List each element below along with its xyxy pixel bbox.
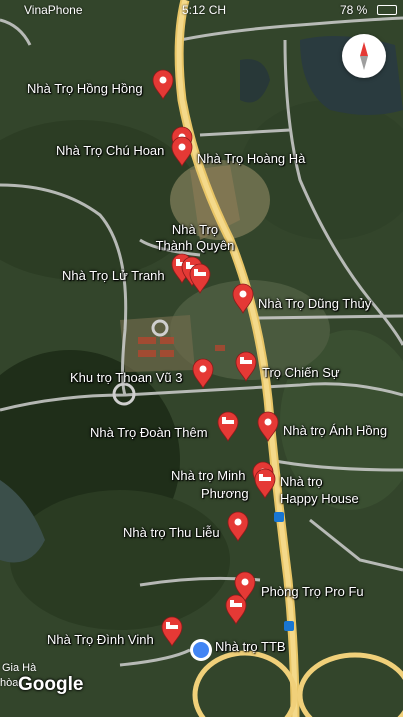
label-thu-lieu[interactable]: Nhà trọ Thu Liễu xyxy=(123,525,220,540)
compass-button[interactable] xyxy=(342,34,386,78)
carrier-label: VinaPhone xyxy=(24,3,83,17)
label-minh-phuong-line2[interactable]: Phương xyxy=(201,486,249,501)
label-hong-hong[interactable]: Nhà Trọ Hồng Hồng xyxy=(27,81,143,96)
label-dinh-vinh[interactable]: Nhà Trọ Đình Vinh xyxy=(47,632,154,647)
label-pro-fu[interactable]: Phòng Trọ Pro Fu xyxy=(261,584,364,599)
pin-pro-fu-2-icon[interactable] xyxy=(225,594,247,625)
label-doan-them[interactable]: Nhà Trọ Đoàn Thêm xyxy=(90,425,208,440)
pin-happy-house-icon[interactable] xyxy=(254,468,276,499)
label-lu-tranh[interactable]: Nhà Trọ Lử Tranh xyxy=(62,268,165,283)
compass-icon xyxy=(360,42,368,70)
label-dung-thuy[interactable]: Nhà Trọ Dũng Thủy xyxy=(258,296,371,311)
pin-dinh-vinh-icon[interactable] xyxy=(161,616,183,647)
label-happy-house-line1[interactable]: Nhà trọ xyxy=(280,474,323,489)
place-gia-ha: Gia Hà xyxy=(2,662,37,674)
pin-thoan-vu-icon[interactable] xyxy=(192,358,214,389)
google-logo: Google xyxy=(18,674,84,695)
label-anh-hong[interactable]: Nhà trọ Ánh Hồng xyxy=(283,423,387,438)
label-thanh-quyen-line1[interactable]: Nhà Trọ xyxy=(168,222,222,237)
label-minh-phuong-line1[interactable]: Nhà trọ Minh xyxy=(171,468,245,483)
pin-hoang-ha-icon[interactable] xyxy=(171,136,193,167)
label-thoan-vu[interactable]: Khu trọ Thoan Vũ 3 xyxy=(70,370,183,385)
label-chu-hoan[interactable]: Nhà Trọ Chú Hoan xyxy=(56,143,164,158)
label-ttb[interactable]: Nhà trọ TTB xyxy=(215,639,286,654)
pin-anh-hong-icon[interactable] xyxy=(257,411,279,442)
pins-layer xyxy=(152,69,279,661)
current-location-icon[interactable] xyxy=(190,639,212,661)
pin-doan-them-icon[interactable] xyxy=(217,411,239,442)
status-bar: VinaPhone 5:12 CH 78 % xyxy=(0,0,403,20)
pin-thu-lieu-icon[interactable] xyxy=(227,511,249,542)
label-thanh-quyen-line2[interactable]: Thành Quyên xyxy=(148,238,242,253)
label-happy-house-line2[interactable]: Happy House xyxy=(280,491,359,506)
place-hoa: hòa xyxy=(0,677,19,689)
label-hoang-ha[interactable]: Nhà Trọ Hoàng Hà xyxy=(197,151,305,166)
clock: 5:12 CH xyxy=(182,3,227,17)
pin-lu-tranh-3-icon[interactable] xyxy=(189,263,211,294)
pin-chien-su-icon[interactable] xyxy=(235,351,257,382)
pin-hong-hong-icon[interactable] xyxy=(152,69,174,100)
pin-dung-thuy-icon[interactable] xyxy=(232,283,254,314)
battery-icon xyxy=(377,5,397,15)
battery-label: 78 % xyxy=(340,3,368,17)
label-chien-su[interactable]: Trọ Chiến Sự xyxy=(262,365,340,380)
